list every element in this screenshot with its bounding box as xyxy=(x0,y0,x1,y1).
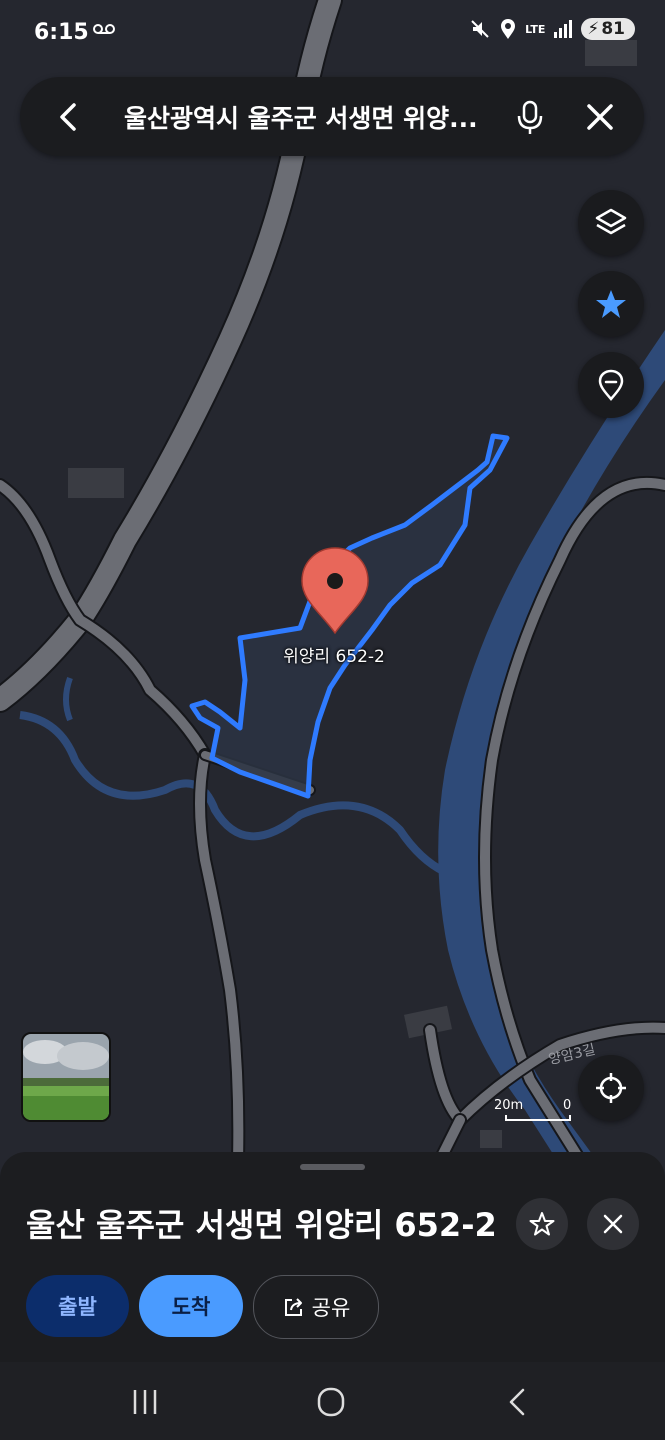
signal-icon xyxy=(554,20,573,38)
close-icon xyxy=(603,1214,623,1234)
close-sheet-button[interactable] xyxy=(587,1198,639,1250)
share-button[interactable]: 공유 xyxy=(253,1275,379,1339)
street-view-thumbnail[interactable] xyxy=(21,1032,111,1122)
save-place-button[interactable] xyxy=(516,1198,568,1250)
voicemail-icon xyxy=(93,24,115,34)
favorites-button[interactable] xyxy=(578,271,644,337)
battery-level: 81 xyxy=(601,19,625,39)
place-title: 울산 울주군 서생면 위양리 652-2 xyxy=(26,1206,497,1244)
battery-indicator: ⚡ 81 xyxy=(581,18,635,40)
location-pin-icon xyxy=(598,369,624,401)
charging-icon: ⚡ xyxy=(587,19,600,39)
scale-zero: 0 xyxy=(563,1098,572,1113)
recent-apps-icon[interactable] xyxy=(125,1384,165,1420)
mute-icon xyxy=(471,20,489,38)
layers-icon xyxy=(595,208,627,235)
pin-label: 위양리 652-2 xyxy=(283,647,385,667)
star-outline-icon xyxy=(529,1212,555,1236)
close-icon[interactable] xyxy=(582,99,618,135)
building xyxy=(480,1130,502,1148)
star-icon xyxy=(596,290,626,318)
building xyxy=(68,468,124,498)
search-bar[interactable]: 울산광역시 울주군 서생면 위양... xyxy=(20,77,644,156)
place-button[interactable] xyxy=(578,352,644,418)
arrive-button[interactable]: 도착 xyxy=(139,1275,243,1337)
crosshair-icon xyxy=(596,1073,626,1103)
back-nav-icon[interactable] xyxy=(497,1384,537,1420)
scale-label: 20m xyxy=(494,1098,524,1113)
landscape-photo xyxy=(23,1034,109,1120)
share-label: 공유 xyxy=(311,1296,351,1320)
home-icon[interactable] xyxy=(311,1384,351,1420)
share-icon xyxy=(284,1298,302,1316)
back-icon[interactable] xyxy=(50,99,86,135)
search-query[interactable]: 울산광역시 울주군 서생면 위양... xyxy=(124,99,504,135)
place-sheet: 울산 울주군 서생면 위양리 652-2 출발 도착 공유 xyxy=(0,1152,665,1362)
system-nav-bar xyxy=(0,1362,665,1440)
status-bar: 6:15 LTE ⚡ 81 xyxy=(0,0,665,70)
scale-bar: 20m 0 xyxy=(494,1098,576,1120)
layers-button[interactable] xyxy=(578,190,644,256)
drag-handle[interactable] xyxy=(300,1164,365,1170)
location-icon xyxy=(501,19,516,39)
my-location-button[interactable] xyxy=(578,1055,644,1121)
depart-button[interactable]: 출발 xyxy=(26,1275,129,1337)
microphone-icon[interactable] xyxy=(510,97,550,137)
network-label: LTE xyxy=(525,22,546,36)
status-time: 6:15 xyxy=(34,20,89,45)
